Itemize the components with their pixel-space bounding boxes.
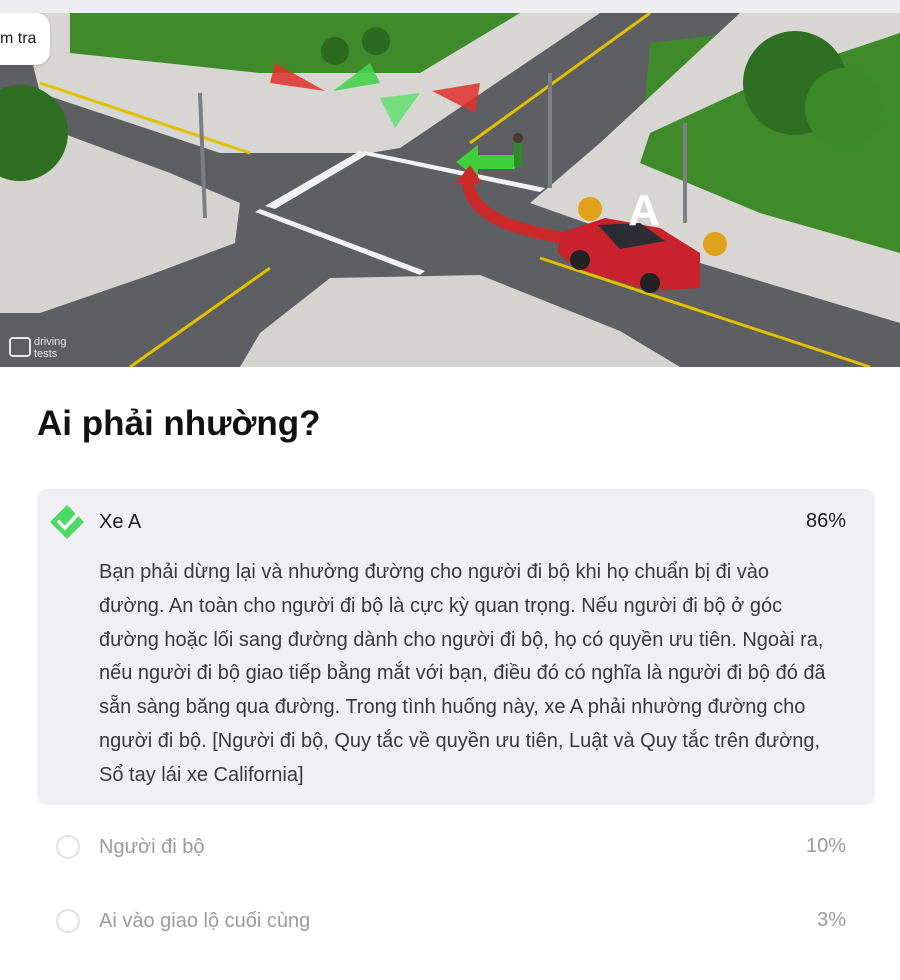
car-label: A — [628, 186, 660, 235]
top-bar — [0, 0, 900, 13]
question-illustration: A driving tests — [0, 13, 900, 367]
watermark-line2: tests — [34, 348, 58, 360]
answer-label: Người đi bộ — [99, 836, 205, 858]
answer-percent: 10% — [805, 835, 846, 857]
answer-label: Ai vào giao lộ cuối cùng — [99, 910, 311, 932]
answer-label: Xe A — [99, 511, 142, 533]
back-button[interactable]: m tra — [0, 13, 51, 65]
radio-icon — [56, 909, 80, 933]
answer-explanation: Bạn phải dừng lại và nhường đường cho ng… — [99, 561, 826, 786]
answer-option[interactable]: Ai vào giao lộ cuối cùng 3% — [37, 897, 875, 947]
question-title: Ai phải nhường? — [37, 404, 321, 443]
answer-option[interactable]: Người đi bộ 10% — [37, 823, 875, 873]
answer-option-correct[interactable]: Xe A 86% Bạn phải dừng lại và nhường đườ… — [37, 489, 875, 805]
back-button-label: m tra — [0, 30, 37, 47]
answer-percent: 3% — [817, 909, 846, 931]
radio-icon — [56, 835, 80, 859]
answer-percent: 86% — [805, 510, 846, 532]
checkmark-icon — [50, 505, 84, 539]
watermark-line1: driving — [34, 336, 66, 348]
